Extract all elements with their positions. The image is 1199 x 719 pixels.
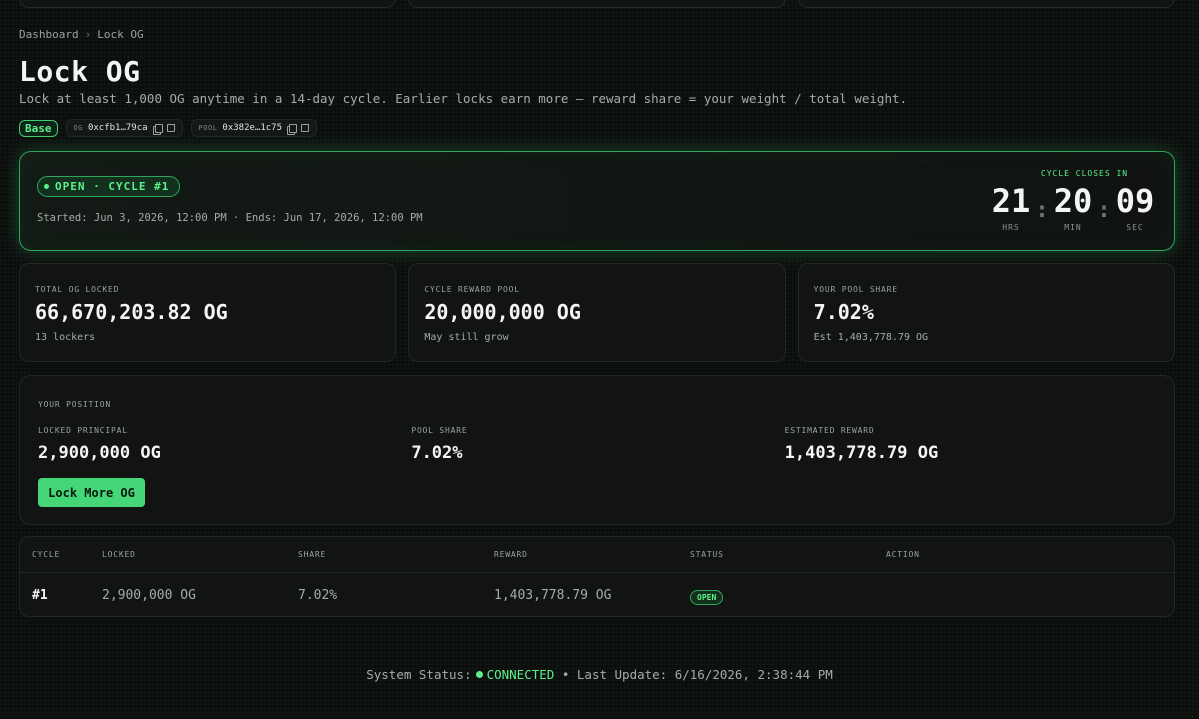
countdown-hours: 21 HRS [989, 185, 1033, 232]
status-dot-icon [44, 184, 49, 189]
estimated-reward-label: ESTIMATED REWARD [784, 426, 875, 435]
breadcrumb: Dashboard › Lock OG [19, 28, 144, 41]
breadcrumb-separator: › [84, 28, 92, 41]
locked-principal-label: LOCKED PRINCIPAL [38, 426, 128, 435]
table-header: CYCLE LOCKED SHARE REWARD STATUS ACTION [20, 537, 1174, 573]
estimated-reward-value: 1,403,778.79 OG [784, 443, 939, 463]
page-subtitle: Lock at least 1,000 OG anytime in a 14-d… [19, 91, 908, 106]
column-header-locked: LOCKED [102, 550, 136, 559]
column-header-cycle: CYCLE [32, 550, 61, 559]
table-row: #1 2,900,000 OG 7.02% 1,403,778.79 OG OP… [20, 573, 1174, 616]
locks-table: CYCLE LOCKED SHARE REWARD STATUS ACTION … [19, 536, 1175, 617]
stat-value: 20,000,000 OG [424, 300, 581, 324]
copy-icon[interactable] [287, 123, 298, 135]
stat-sub: Est 1,403,778.79 OG [813, 332, 929, 343]
locked-principal-value: 2,900,000 OG [38, 443, 161, 463]
countdown-minutes: 20 MIN [1051, 185, 1095, 232]
stats-row: TOTAL OG LOCKED 66,670,203.82 OG 13 lock… [19, 263, 1175, 362]
cycle-status-text: OPEN · CYCLE #1 [55, 180, 170, 193]
cycle-status-badge: OPEN · CYCLE #1 [37, 176, 181, 197]
og-address: 0xcfb1…79ca [87, 123, 148, 133]
countdown-label: CYCLE CLOSES IN [1040, 169, 1129, 178]
og-address-chip: OG 0xcfb1…79ca [65, 119, 183, 137]
countdown-minutes-label: MIN [1064, 223, 1082, 232]
top-card [408, 0, 786, 8]
top-cards-partial [19, 0, 1175, 8]
stat-sub: May still grow [424, 332, 509, 343]
cell-share: 7.02% [298, 587, 338, 603]
countdown-seconds: 09 SEC [1113, 185, 1157, 232]
external-link-icon[interactable] [166, 124, 175, 132]
breadcrumb-current: Lock OG [97, 28, 144, 41]
cell-cycle: #1 [32, 587, 48, 603]
breadcrumb-dashboard[interactable]: Dashboard [19, 28, 79, 41]
copy-icon[interactable] [152, 123, 163, 135]
column-header-share: SHARE [298, 550, 327, 559]
pool-address-chip: POOL 0x382e…1c75 [190, 119, 318, 137]
pool-share-value: 7.02% [411, 443, 463, 463]
system-status-bar: System Status: CONNECTED • Last Update: 6… [0, 667, 1199, 682]
pool-share: POOL SHARE 7.02% [411, 426, 784, 463]
system-status-label: System Status: [366, 667, 472, 682]
pool-address-label: POOL [198, 124, 218, 132]
cycle-status-card: OPEN · CYCLE #1 Started: Jun 3, 2026, 12… [19, 151, 1175, 251]
cycle-dates: Started: Jun 3, 2026, 12:00 PM · Ends: J… [37, 212, 423, 224]
last-update: • Last Update: 6/16/2026, 2:38:44 PM [561, 667, 833, 682]
contract-tags: Base OG 0xcfb1…79ca POOL 0x382e…1c75 [19, 119, 318, 137]
estimated-reward: ESTIMATED REWARD 1,403,778.79 OG [785, 426, 1158, 463]
connected-dot-icon [475, 671, 483, 678]
cell-status: OPEN [690, 585, 886, 605]
stat-label: YOUR POOL SHARE [813, 285, 898, 294]
lock-more-button[interactable]: Lock More OG [38, 478, 145, 507]
column-header-reward: REWARD [494, 550, 528, 559]
stat-card-total-locked: TOTAL OG LOCKED 66,670,203.82 OG 13 lock… [19, 263, 397, 362]
cycle-countdown: CYCLE CLOSES IN 21 HRS : 20 MIN : 09 SEC [957, 169, 1157, 232]
your-position-card: YOUR POSITION LOCKED PRINCIPAL 2,900,000… [19, 375, 1175, 525]
og-address-label: OG [73, 124, 83, 132]
stat-value: 66,670,203.82 OG [35, 300, 228, 324]
stat-sub: 13 lockers [35, 332, 96, 343]
countdown-separator: : [1035, 198, 1049, 223]
top-card [797, 0, 1175, 8]
pool-address: 0x382e…1c75 [222, 123, 283, 133]
countdown-hours-value: 21 [991, 182, 1031, 220]
chain-badge: Base [19, 119, 58, 137]
status-badge: OPEN [690, 590, 724, 605]
column-header-action: ACTION [886, 550, 920, 559]
stat-card-reward-pool: CYCLE REWARD POOL 20,000,000 OG May stil… [408, 263, 786, 362]
position-title: YOUR POSITION [38, 400, 112, 409]
countdown-seconds-value: 09 [1115, 182, 1155, 220]
countdown-hours-label: HRS [1002, 223, 1020, 232]
column-header-status: STATUS [690, 550, 724, 559]
connection-status: CONNECTED [486, 667, 555, 682]
cell-locked: 2,900,000 OG [102, 587, 196, 603]
countdown-minutes-value: 20 [1053, 182, 1093, 220]
locked-principal: LOCKED PRINCIPAL 2,900,000 OG [38, 426, 411, 463]
stat-value: 7.02% [813, 300, 874, 324]
countdown-seconds-label: SEC [1126, 223, 1144, 232]
top-card [19, 0, 397, 8]
page-title: Lock OG [19, 55, 141, 88]
stat-card-pool-share: YOUR POOL SHARE 7.02% Est 1,403,778.79 O… [797, 263, 1175, 362]
stat-label: TOTAL OG LOCKED [35, 285, 120, 294]
countdown-separator: : [1097, 198, 1111, 223]
external-link-icon[interactable] [301, 124, 310, 132]
cell-reward: 1,403,778.79 OG [494, 587, 612, 603]
pool-share-label: POOL SHARE [411, 426, 468, 435]
stat-label: CYCLE REWARD POOL [424, 285, 520, 294]
